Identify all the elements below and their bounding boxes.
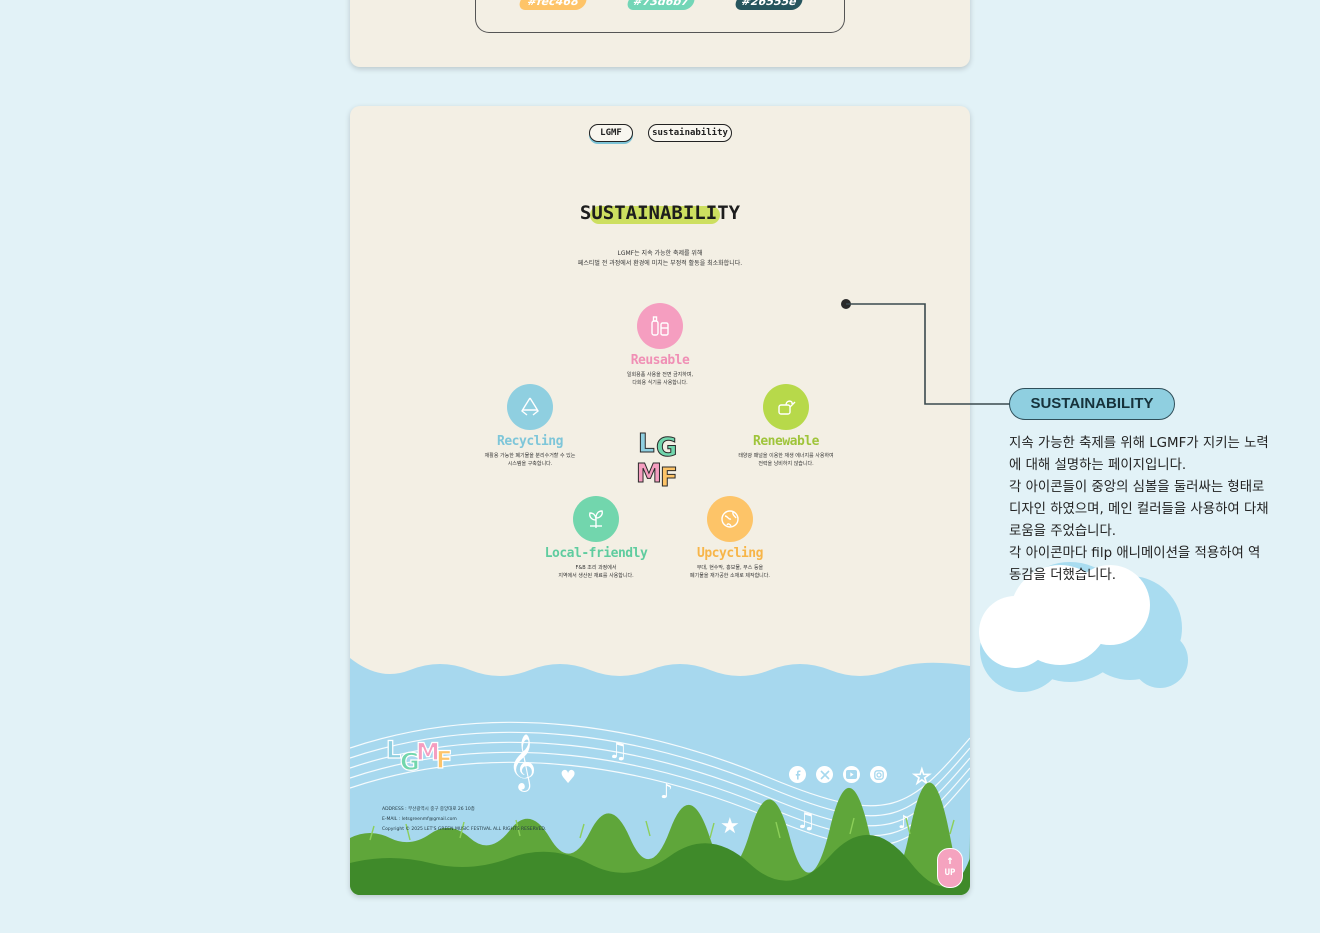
callout-desc-line-2: 에 대해 설명하는 페이지입니다. (1009, 458, 1187, 473)
callout-desc-line-1: 지속 가능한 축제를 위해 LGMF가 지키는 노력 (1009, 436, 1269, 451)
callout-desc-line-4: 디자인 하였으며, 메인 컬러들을 사용하여 다채 (1009, 502, 1269, 517)
callout-desc-line-5: 로움을 주었습니다. (1009, 524, 1117, 539)
callout-label: SUSTAINABILITY (1009, 388, 1175, 420)
callout-desc-line-7: 동감을 더했습니다. (1009, 568, 1117, 583)
callout-description: 지속 가능한 축제를 위해 LGMF가 지키는 노력 에 대해 설명하는 페이지… (1009, 433, 1285, 587)
callout-desc-line-3: 각 아이콘들이 중앙의 심볼을 둘러싸는 형태로 (1009, 480, 1265, 495)
callout-desc-line-6: 각 아이콘마다 filp 애니메이션을 적용하여 역 (1009, 546, 1261, 561)
